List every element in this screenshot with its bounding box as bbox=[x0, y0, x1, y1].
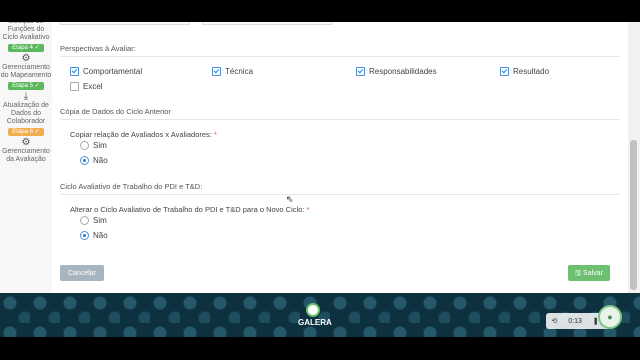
sidebar-item-atualizacao[interactable]: Atualização de Dados do Colaborador bbox=[0, 102, 52, 126]
sidebar-item-label: Gerenciamento da Avaliação bbox=[2, 148, 50, 163]
perspectives-title: Perspectivas à Avaliar: bbox=[60, 44, 136, 53]
gears-icon: ⚙ bbox=[21, 53, 31, 64]
checkbox-label: Técnica bbox=[225, 67, 254, 76]
radio-circle[interactable] bbox=[80, 231, 89, 240]
checkbox-label: Resultado bbox=[513, 67, 550, 76]
radio-circle[interactable] bbox=[80, 156, 89, 165]
player-time: 0:13 bbox=[568, 317, 582, 325]
divider bbox=[60, 119, 620, 120]
radio-label: Sim bbox=[93, 216, 107, 225]
pdi-radio-sim[interactable]: Sim bbox=[80, 216, 107, 225]
sidebar-item-label: Atualização de Dados do Colaborador bbox=[3, 102, 49, 125]
sidebar-item-selecao[interactable]: Seleção de Funções do Ciclo Avaliativo bbox=[0, 22, 52, 42]
form-main: Perspectivas à Avaliar: Comportamental T… bbox=[52, 22, 628, 293]
bottom-black-bar bbox=[0, 337, 640, 360]
download-icon: ⤓ bbox=[23, 91, 29, 102]
pdi-section-title: Ciclo Avaliativo de Trabalho do PDI e T&… bbox=[60, 182, 203, 191]
divider bbox=[60, 194, 620, 195]
mouse-cursor-icon: ⇖ bbox=[286, 194, 294, 204]
stage-badge: Etapa 5 ✓ bbox=[8, 82, 44, 90]
sidebar-item-avaliacao[interactable]: Gerenciamento da Avaliação bbox=[0, 148, 52, 164]
radio-label: Não bbox=[93, 156, 108, 165]
rewind-icon[interactable]: ⟲ bbox=[551, 317, 557, 325]
divider bbox=[60, 56, 620, 57]
save-button[interactable]: 🖫 Salvar bbox=[568, 265, 610, 281]
upper-input-edge[interactable] bbox=[60, 22, 190, 25]
radio-label: Sim bbox=[93, 141, 107, 150]
checkbox-responsabilidades[interactable]: Responsabilidades bbox=[356, 67, 437, 76]
radio-label: Não bbox=[93, 231, 108, 240]
footer-banner bbox=[0, 293, 640, 337]
checkbox-comportamental[interactable]: Comportamental bbox=[70, 67, 142, 76]
copy-section-title: Cópia de Dados do Ciclo Anterior bbox=[60, 107, 171, 116]
scrollbar-thumb[interactable] bbox=[630, 140, 637, 290]
sidebar: Seleção de Funções do Ciclo Avaliativo E… bbox=[0, 22, 53, 293]
cancel-button[interactable]: Cancelar bbox=[60, 265, 104, 281]
pdi-question: Alterar o Ciclo Avaliativo de Trabalho d… bbox=[70, 205, 310, 214]
sidebar-item-label: Seleção de Funções do Ciclo Avaliativo bbox=[2, 22, 50, 41]
upper-input-edge[interactable] bbox=[202, 22, 332, 25]
radio-circle[interactable] bbox=[80, 141, 89, 150]
brand-name: GALERA bbox=[298, 318, 332, 327]
checkbox-label: Excel bbox=[83, 82, 103, 91]
sidebar-item-label: Gerenciamento do Mapeamento bbox=[0, 64, 52, 79]
gears-icon: ⚙ bbox=[21, 137, 31, 148]
pdi-radio-nao[interactable]: Não bbox=[80, 231, 108, 240]
checkbox-resultado[interactable]: Resultado bbox=[500, 67, 549, 76]
checkbox-box[interactable] bbox=[356, 67, 365, 76]
top-black-bar bbox=[0, 0, 640, 22]
avatar[interactable]: ● bbox=[598, 305, 622, 329]
checkbox-box[interactable] bbox=[70, 82, 79, 91]
sidebar-item-mapeamento[interactable]: Gerenciamento do Mapeamento bbox=[0, 64, 52, 80]
checkbox-box[interactable] bbox=[212, 67, 221, 76]
save-icon: 🖫 bbox=[575, 270, 582, 277]
checkbox-box[interactable] bbox=[70, 67, 79, 76]
brand-logo-icon bbox=[306, 303, 320, 317]
checkbox-label: Responsabilidades bbox=[369, 67, 437, 76]
checkbox-box[interactable] bbox=[500, 67, 509, 76]
copy-radio-sim[interactable]: Sim bbox=[80, 141, 107, 150]
copy-radio-nao[interactable]: Não bbox=[80, 156, 108, 165]
stage-badge: Etapa 4 ✓ bbox=[8, 44, 44, 52]
radio-circle[interactable] bbox=[80, 216, 89, 225]
checkbox-excel[interactable]: Excel bbox=[70, 82, 103, 91]
checkbox-tecnica[interactable]: Técnica bbox=[212, 67, 253, 76]
stage-badge: Etapa 6 ✓ bbox=[8, 128, 44, 136]
checkbox-label: Comportamental bbox=[83, 67, 143, 76]
copy-question: Copiar relação de Avaliados x Avaliadore… bbox=[70, 130, 217, 139]
